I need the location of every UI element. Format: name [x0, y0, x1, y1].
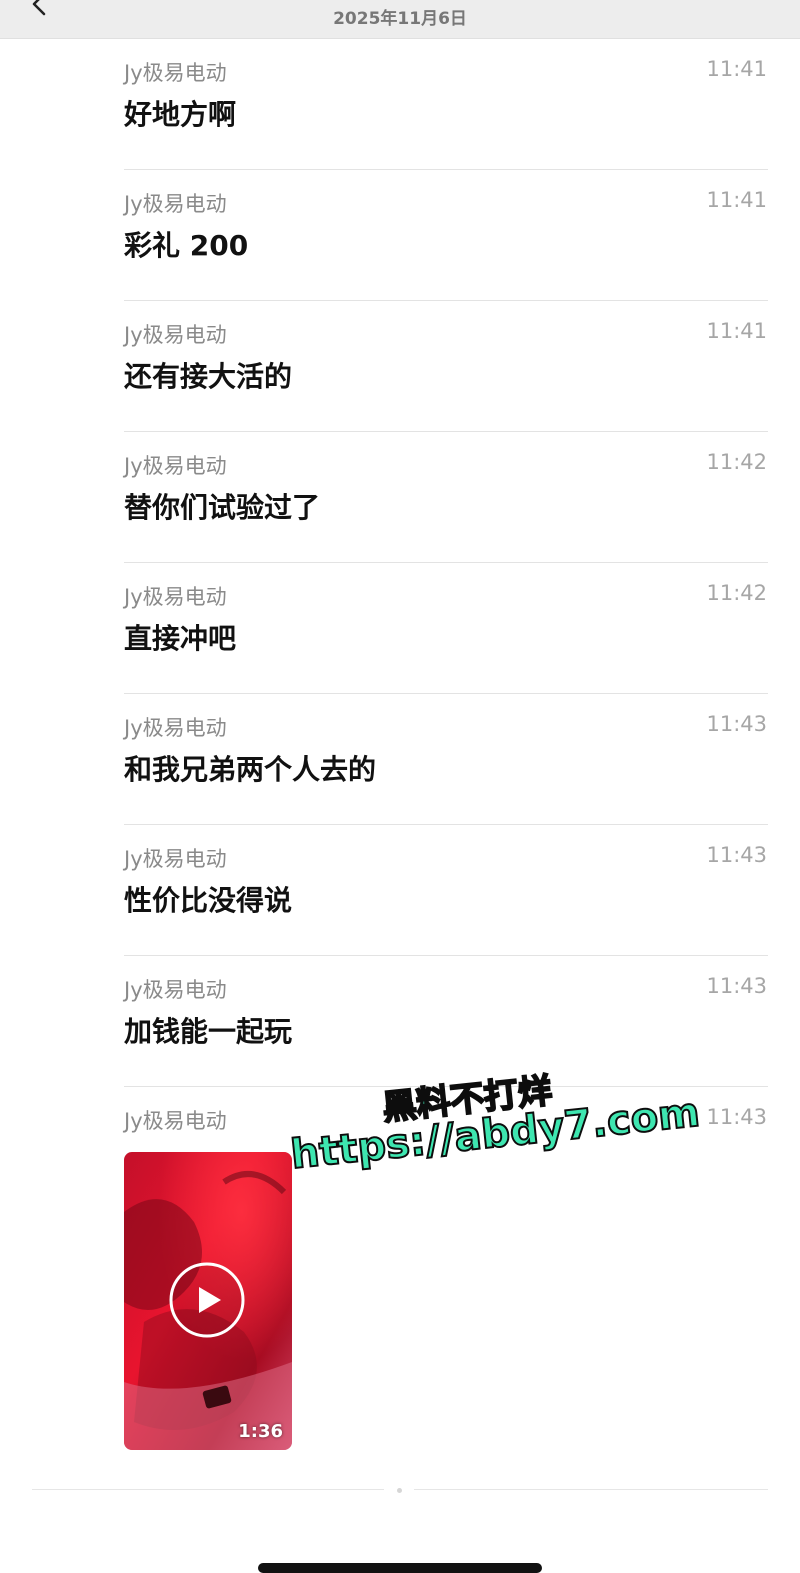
message-text: 好地方啊	[124, 98, 237, 131]
divider	[32, 1489, 384, 1490]
video-duration: 1:36	[238, 1421, 283, 1442]
message-text: 彩礼 200	[124, 229, 249, 262]
message-sender: Jy极易电动	[124, 192, 227, 216]
message-text: 还有接大活的	[124, 360, 293, 393]
message-item[interactable]: Jy极易电动 11:41 还有接大活的	[0, 301, 800, 432]
message-text: 和我兄弟两个人去的	[124, 753, 377, 786]
message-text: 加钱能一起玩	[124, 1015, 293, 1048]
message-sender: Jy极易电动	[124, 454, 227, 478]
message-text: 性价比没得说	[124, 884, 293, 917]
message-time: 11:41	[706, 57, 767, 81]
message-sender: Jy极易电动	[124, 61, 227, 85]
message-item[interactable]: Jy极易电动 11:41 彩礼 200	[0, 170, 800, 301]
message-sender: Jy极易电动	[124, 585, 227, 609]
message-sender: Jy极易电动	[124, 323, 227, 347]
message-time: 11:42	[706, 450, 767, 474]
message-item[interactable]: Jy极易电动 11:42 直接冲吧	[0, 563, 800, 694]
message-text: 替你们试验过了	[124, 491, 321, 524]
message-item[interactable]: Jy极易电动 11:43 性价比没得说	[0, 825, 800, 956]
message-sender: Jy极易电动	[124, 716, 227, 740]
message-sender: Jy极易电动	[124, 978, 227, 1002]
message-sender: Jy极易电动	[124, 847, 227, 871]
header-date: 2025年11月6日	[333, 9, 467, 29]
message-time: 11:43	[706, 974, 767, 998]
chat-header: 2025年11月6日	[0, 0, 800, 39]
home-indicator[interactable]	[258, 1563, 542, 1573]
message-sender: Jy极易电动	[124, 1109, 227, 1133]
message-item[interactable]: Jy极易电动 11:42 替你们试验过了	[0, 432, 800, 563]
message-time: 11:41	[706, 188, 767, 212]
message-item[interactable]: Jy极易电动 11:43 和我兄弟两个人去的	[0, 694, 800, 825]
message-item[interactable]: Jy极易电动 11:43 加钱能一起玩	[0, 956, 800, 1087]
message-time: 11:43	[706, 1105, 767, 1129]
message-time: 11:41	[706, 319, 767, 343]
scroll-indicator-dot	[397, 1488, 402, 1493]
message-item[interactable]: Jy极易电动 11:41 好地方啊	[0, 39, 800, 170]
play-icon[interactable]	[169, 1262, 245, 1338]
message-time: 11:42	[706, 581, 767, 605]
message-list: Jy极易电动 11:41 好地方啊 Jy极易电动 11:41 彩礼 200 Jy…	[0, 39, 800, 1507]
divider	[414, 1489, 768, 1490]
message-text: 直接冲吧	[124, 622, 237, 655]
video-thumbnail[interactable]: 1:36	[124, 1152, 292, 1450]
message-time: 11:43	[706, 843, 767, 867]
message-time: 11:43	[706, 712, 767, 736]
